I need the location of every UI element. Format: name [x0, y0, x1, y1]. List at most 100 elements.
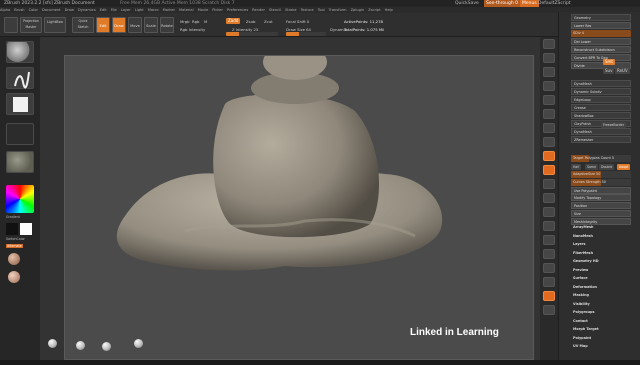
- quicksave-button[interactable]: QuickSave: [455, 0, 479, 7]
- geometry-row[interactable]: ShadowBox: [571, 112, 631, 119]
- tool-subpalette-item[interactable]: ArrayMesh: [571, 224, 631, 231]
- local-icon[interactable]: [543, 151, 555, 161]
- menu-preferences[interactable]: Preferences: [227, 8, 248, 12]
- geometry-row[interactable]: Modify Topology: [571, 194, 631, 201]
- move-button[interactable]: Move: [128, 17, 142, 33]
- menu-movie[interactable]: Movie: [198, 8, 209, 12]
- draw-size-slider[interactable]: [286, 32, 326, 36]
- lsym-icon[interactable]: [543, 165, 555, 175]
- menu-picker[interactable]: Picker: [212, 8, 223, 12]
- scroll-icon[interactable]: [543, 67, 555, 77]
- geometry-row[interactable]: Reconstruct Subdivision: [571, 46, 631, 53]
- scale-button[interactable]: Scale: [144, 17, 158, 33]
- menu-texture[interactable]: Texture: [301, 8, 314, 12]
- geometry-row[interactable]: SDiv 4: [571, 30, 631, 37]
- geometry-row[interactable]: ZRemesher: [571, 136, 631, 143]
- curves-strength-slider[interactable]: Curves Strength 50: [571, 179, 631, 186]
- freeze-border-toggle[interactable]: FreezeBorder: [601, 122, 627, 128]
- projection-master-button[interactable]: Projection Master: [20, 17, 42, 33]
- bpr-icon[interactable]: [543, 39, 555, 49]
- menu-material[interactable]: Material: [179, 8, 194, 12]
- alternate-button[interactable]: Alternate: [6, 244, 23, 248]
- double-button[interactable]: Double: [599, 164, 615, 170]
- tool-subpalette-item[interactable]: Visibility: [571, 301, 631, 308]
- m-toggle[interactable]: M: [204, 19, 207, 24]
- aahalf-icon[interactable]: [543, 109, 555, 119]
- geometry-row[interactable]: DynaMesh: [571, 80, 631, 87]
- tool-subpalette-item[interactable]: Surface: [571, 275, 631, 282]
- tool-subpalette-item[interactable]: Contact: [571, 318, 631, 325]
- alpha-thumb[interactable]: [6, 93, 34, 115]
- sphere-thumb-2[interactable]: [76, 341, 85, 350]
- sphere-thumb-4[interactable]: [134, 339, 143, 348]
- tool-subpalette-item[interactable]: UV Map: [571, 343, 631, 350]
- focal-shift-label[interactable]: Focal Shift 0: [286, 19, 309, 24]
- geometry-row[interactable]: Del Lower: [571, 38, 631, 45]
- transp-icon[interactable]: [543, 277, 555, 287]
- menu-file[interactable]: File: [111, 8, 117, 12]
- menus-button[interactable]: Menus: [520, 0, 539, 7]
- menu-stencil[interactable]: Stencil: [269, 8, 281, 12]
- menu-brush[interactable]: Brush: [14, 8, 24, 12]
- switch-color-label[interactable]: SwitchColor: [6, 237, 25, 241]
- geometry-row[interactable]: Size: [571, 210, 631, 217]
- menu-tool[interactable]: Tool: [318, 8, 325, 12]
- half-button[interactable]: Half: [571, 164, 582, 170]
- tool-subpalette-item[interactable]: Polygroups: [571, 309, 631, 316]
- sphere-thumb-3[interactable]: [102, 342, 111, 351]
- reuv-toggle[interactable]: ReUV: [615, 68, 630, 74]
- geometry-row[interactable]: Lower Res: [571, 22, 631, 29]
- tool-subpalette-item[interactable]: NanoMesh: [571, 233, 631, 240]
- frame-icon[interactable]: [543, 193, 555, 203]
- draw-button[interactable]: Draw: [112, 17, 126, 33]
- menu-layer[interactable]: Layer: [121, 8, 131, 12]
- adapt-toggle[interactable]: Adapt: [617, 164, 631, 170]
- main-color-swatch[interactable]: [6, 223, 18, 235]
- geometry-row[interactable]: EdgeLoop: [571, 96, 631, 103]
- tool-subpalette-item[interactable]: Geometry HD: [571, 258, 631, 265]
- tool-subpalette-item[interactable]: Masking: [571, 292, 631, 299]
- move-view-icon[interactable]: [543, 207, 555, 217]
- default-zscript-button[interactable]: DefaultZScript: [538, 0, 571, 7]
- skin-material-icon[interactable]: [8, 253, 20, 265]
- solo-icon[interactable]: [543, 291, 555, 301]
- actual-icon[interactable]: [543, 95, 555, 105]
- edit-button[interactable]: Edit: [96, 17, 110, 33]
- rotate-view-icon[interactable]: [543, 235, 555, 245]
- rgb-toggle[interactable]: Rgb: [192, 19, 199, 24]
- zcut-toggle[interactable]: Zcut: [264, 19, 273, 24]
- tool-subpalette-item[interactable]: FiberMesh: [571, 250, 631, 257]
- geometry-row[interactable]: Crease: [571, 104, 631, 111]
- tool-subpalette-item[interactable]: Deformation: [571, 284, 631, 291]
- color-picker[interactable]: [6, 185, 34, 213]
- tool-subpalette-item[interactable]: Layers: [571, 241, 631, 248]
- rotate-button[interactable]: Rotate: [160, 17, 174, 33]
- menu-document[interactable]: Document: [42, 8, 61, 12]
- menu-light[interactable]: Light: [135, 8, 144, 12]
- xpose-icon[interactable]: [543, 305, 555, 315]
- zoom3d-icon[interactable]: [543, 221, 555, 231]
- quick-sketch-button[interactable]: Quick Sketch: [72, 17, 94, 33]
- see-through-slider[interactable]: See-through 0: [484, 0, 520, 7]
- mrgb-toggle[interactable]: Mrgb: [180, 19, 190, 24]
- geometry-row[interactable]: Position: [571, 202, 631, 209]
- tool-subpalette-item[interactable]: Preview: [571, 267, 631, 274]
- use-polypaint-toggle[interactable]: Use Polypaint: [571, 187, 631, 194]
- geometry-row[interactable]: DynaMesh: [571, 128, 631, 135]
- suv-toggle[interactable]: Suv: [603, 68, 615, 74]
- geometry-row[interactable]: Geometry: [571, 14, 631, 21]
- menu-dynamics[interactable]: Dynamics: [78, 8, 96, 12]
- menu-color[interactable]: Color: [29, 8, 38, 12]
- menu-alpha[interactable]: Alpha: [0, 8, 10, 12]
- zsub-toggle[interactable]: Zsub: [246, 19, 255, 24]
- zadd-toggle[interactable]: Zadd: [226, 18, 241, 24]
- menu-zscript[interactable]: Zscript: [368, 8, 380, 12]
- lightbox-button[interactable]: LightBox: [44, 17, 66, 33]
- target-polygons-slider[interactable]: Target Polygons Count 5: [571, 155, 631, 162]
- stroke-thumb[interactable]: [6, 67, 34, 89]
- secondary-color-swatch[interactable]: [20, 223, 32, 235]
- geometry-row[interactable]: Dynamic Subdiv: [571, 88, 631, 95]
- gyz-icon[interactable]: [543, 179, 555, 189]
- sphere-thumb-1[interactable]: [48, 339, 57, 348]
- menu-marker[interactable]: Marker: [163, 8, 175, 12]
